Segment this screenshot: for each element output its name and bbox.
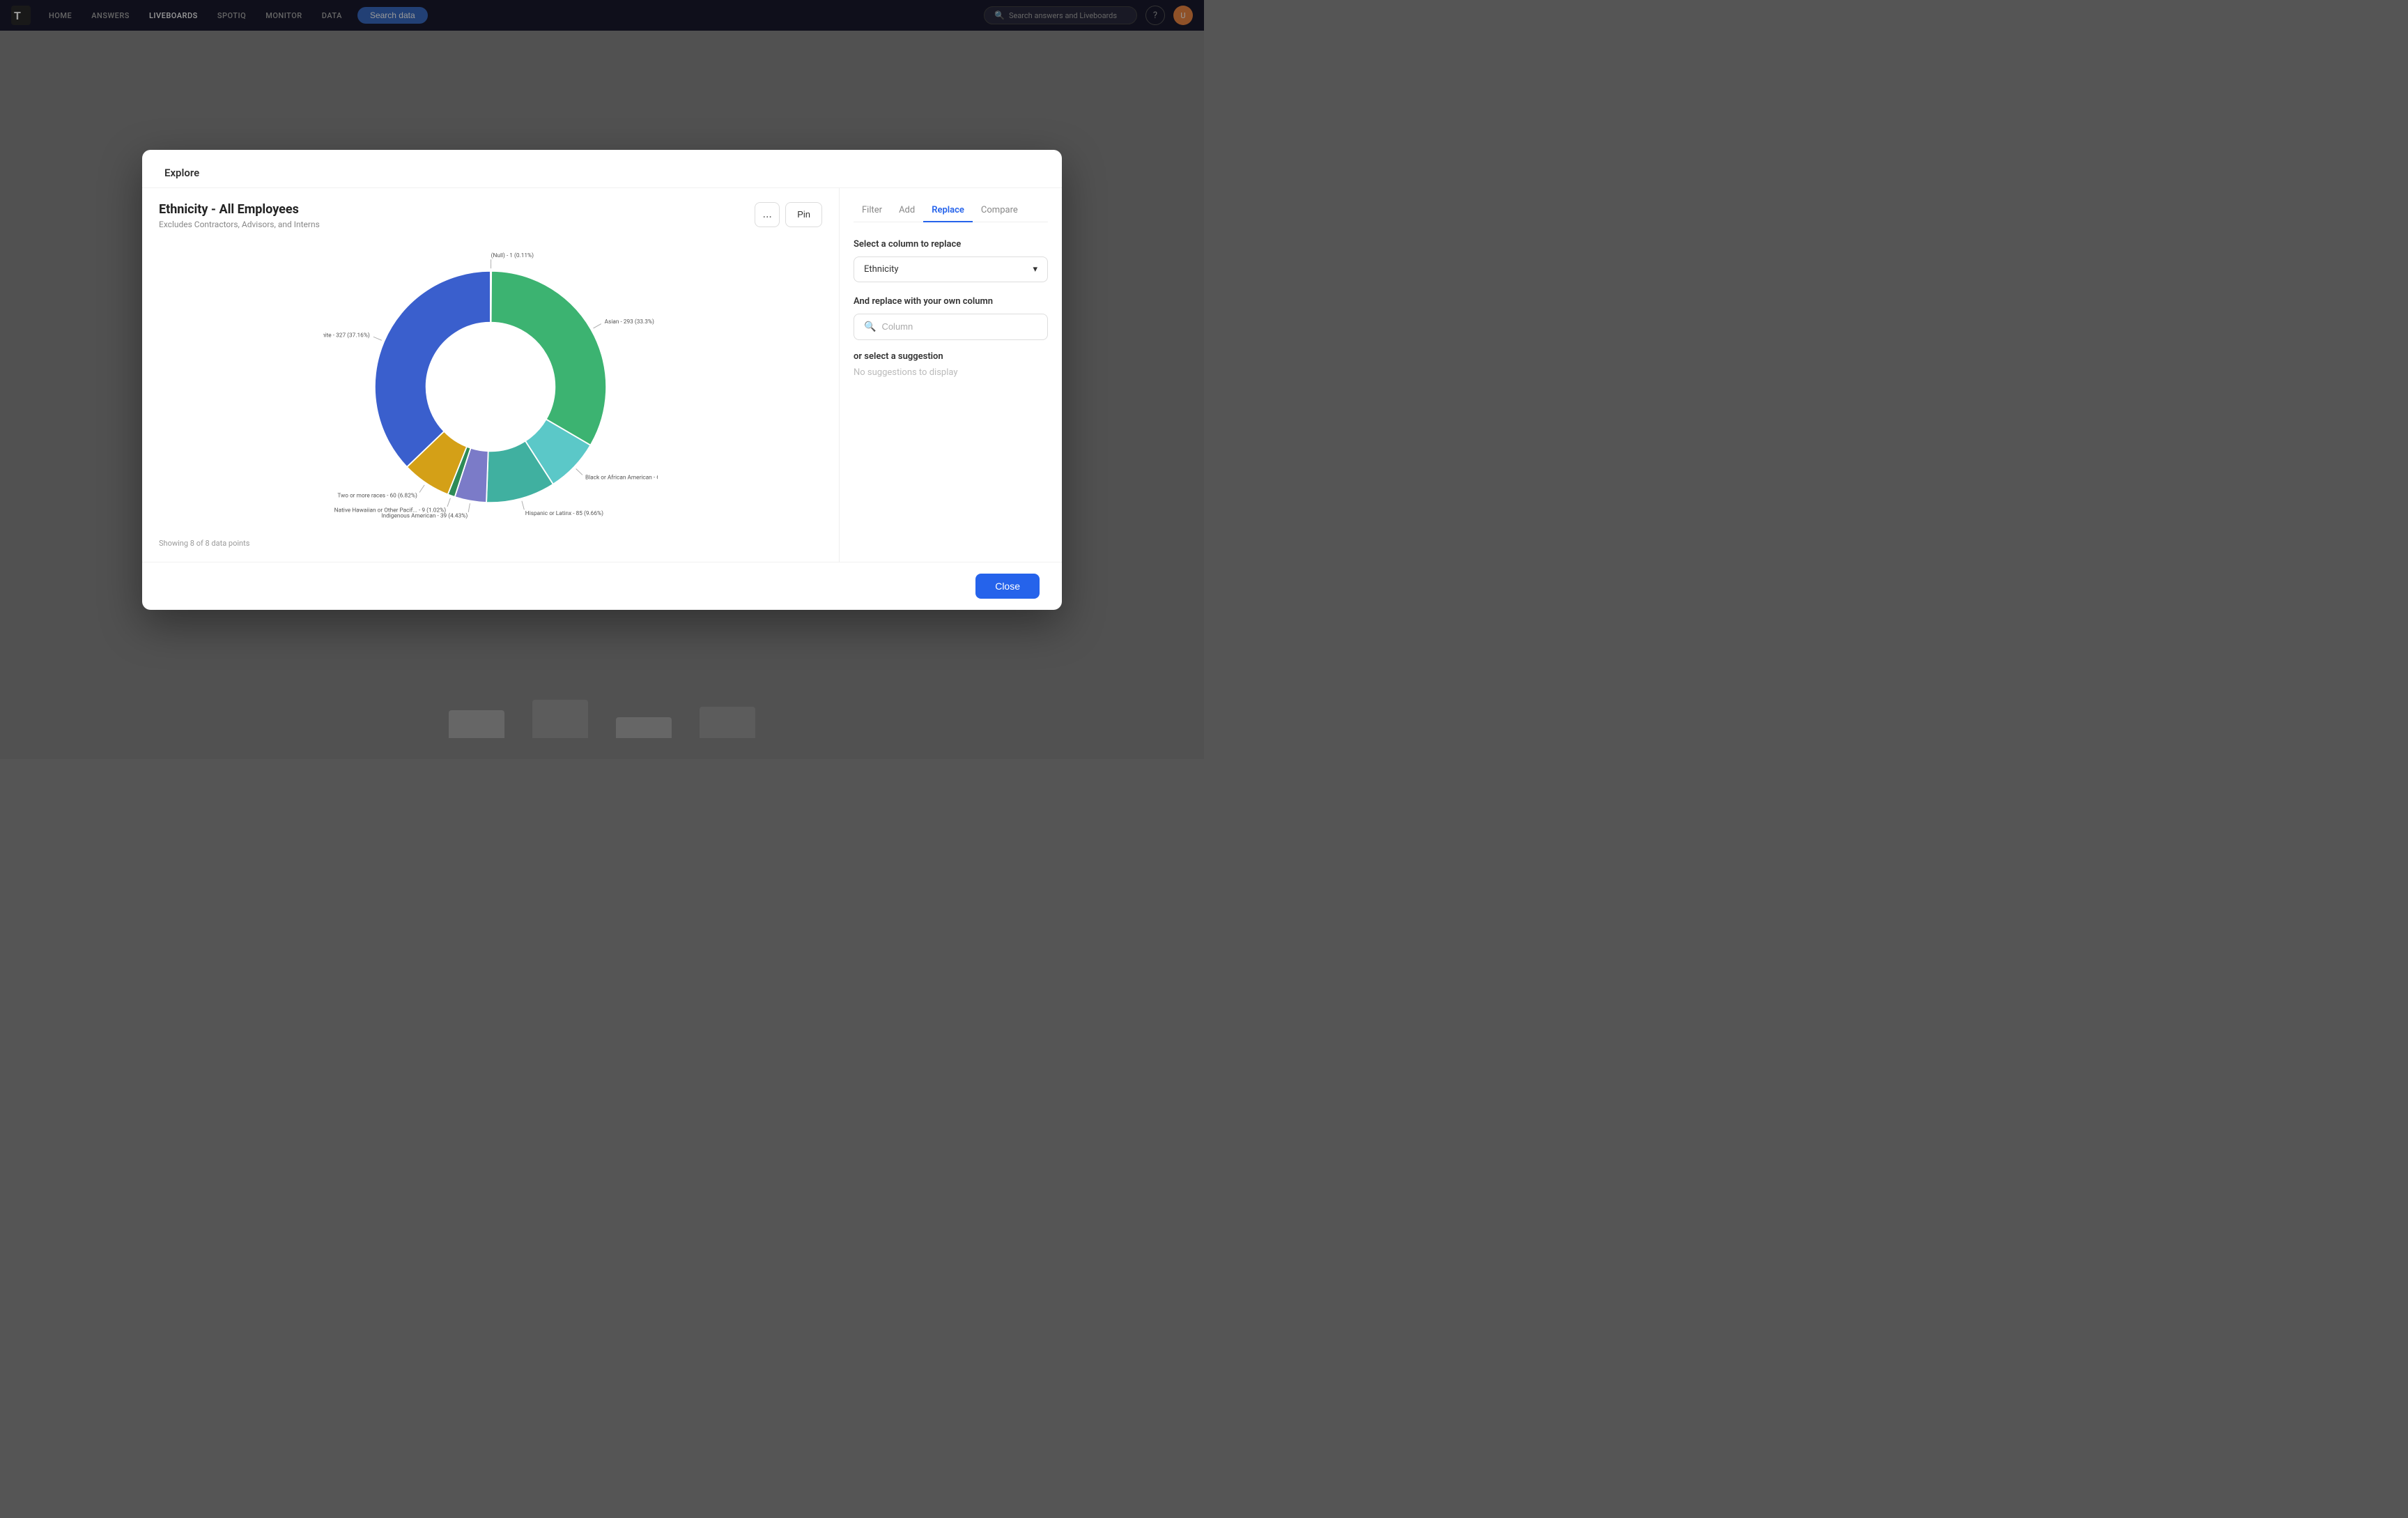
more-options-button[interactable]: ... — [755, 202, 780, 227]
svg-text:Black or African American - 66: Black or African American - 66 (7.5%) — [585, 473, 658, 481]
selected-column-value: Ethnicity — [864, 264, 899, 275]
svg-text:Asian - 293 (33.3%): Asian - 293 (33.3%) — [605, 317, 654, 325]
close-button[interactable]: Close — [975, 574, 1040, 599]
chevron-down-icon: ▾ — [1033, 264, 1037, 275]
column-search-box[interactable]: 🔍 — [854, 314, 1048, 340]
search-icon: 🔍 — [864, 321, 876, 332]
chart-title: Ethnicity - All Employees — [159, 202, 822, 217]
panel-tabs: Filter Add Replace Compare — [854, 199, 1048, 222]
chart-subtitle: Excludes Contractors, Advisors, and Inte… — [159, 220, 822, 229]
chart-area: Ethnicity - All Employees Excludes Contr… — [142, 188, 839, 562]
column-search-input[interactable] — [881, 321, 1037, 332]
tab-compare[interactable]: Compare — [973, 199, 1026, 222]
no-suggestions-text: No suggestions to display — [854, 367, 1048, 378]
modal-body: Ethnicity - All Employees Excludes Contr… — [142, 188, 1062, 562]
replace-label: And replace with your own column — [854, 296, 1048, 307]
right-panel: Filter Add Replace Compare Select a colu… — [839, 188, 1062, 562]
chart-actions: ... Pin — [755, 202, 822, 227]
explore-title: Explore — [164, 167, 1040, 179]
tab-add[interactable]: Add — [890, 199, 923, 222]
modal-footer: Close — [142, 562, 1062, 610]
svg-text:Two or more races - 60 (6.82%): Two or more races - 60 (6.82%) — [337, 491, 417, 499]
svg-text:White - 327 (37.16%): White - 327 (37.16%) — [323, 331, 370, 339]
tab-filter[interactable]: Filter — [854, 199, 890, 222]
modal-overlay: Explore Ethnicity - All Employees Exclud… — [0, 0, 1204, 759]
svg-text:Native Hawaiian or Other Pacif: Native Hawaiian or Other Pacif... - 9 (1… — [334, 506, 447, 514]
column-dropdown[interactable]: Ethnicity ▾ — [854, 256, 1048, 282]
donut-chart-wrapper: (Null) - 1 (0.11%) Asian - 293 (33.3%) Bla… — [159, 240, 822, 533]
svg-text:(Null) - 1 (0.11%): (Null) - 1 (0.11%) — [491, 251, 534, 259]
select-column-label: Select a column to replace — [854, 239, 1048, 250]
donut-chart: (Null) - 1 (0.11%) Asian - 293 (33.3%) Bla… — [323, 240, 658, 533]
pin-button[interactable]: Pin — [785, 202, 822, 227]
chart-footer: Showing 8 of 8 data points — [159, 533, 822, 548]
tab-replace[interactable]: Replace — [923, 199, 973, 222]
modal-header: Explore — [142, 150, 1062, 188]
explore-modal: Explore Ethnicity - All Employees Exclud… — [142, 150, 1062, 610]
suggestions-label: or select a suggestion — [854, 351, 1048, 362]
svg-text:Hispanic or Latinx - 85 (9.66%: Hispanic or Latinx - 85 (9.66%) — [525, 509, 603, 516]
